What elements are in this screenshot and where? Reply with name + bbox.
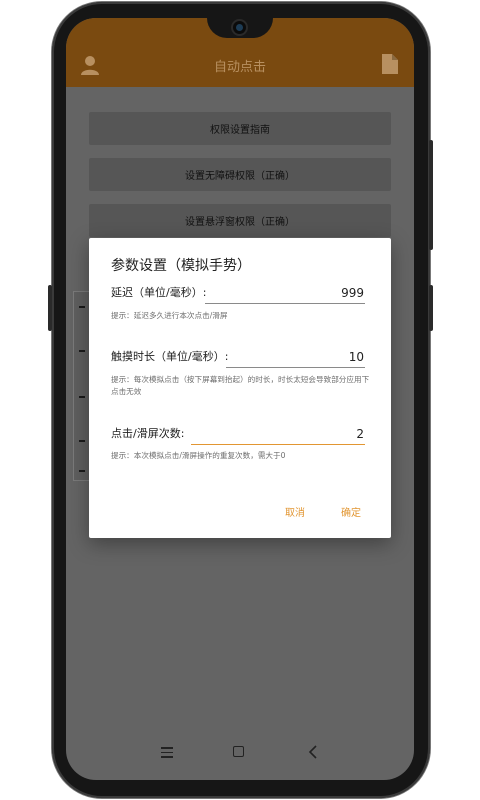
menu-icon[interactable] <box>161 747 173 758</box>
notch <box>207 18 273 38</box>
accessibility-permission-button[interactable]: 设置无障碍权限（正确） <box>89 158 391 191</box>
touch-duration-input[interactable] <box>226 348 365 368</box>
camera-icon <box>233 21 246 34</box>
delay-row: 延迟（单位/毫秒）: <box>111 282 365 304</box>
background-card <box>73 291 89 481</box>
delay-label: 延迟（单位/毫秒）: <box>111 286 207 299</box>
home-icon[interactable] <box>233 746 244 757</box>
params-dialog: 参数设置（模拟手势） 延迟（单位/毫秒）: 提示：延迟多久进行本次点击/滑屏 触… <box>89 238 391 538</box>
cancel-button[interactable]: 取消 <box>285 504 305 519</box>
repeat-count-label: 点击/滑屏次数: <box>111 427 185 440</box>
file-icon[interactable] <box>382 54 398 74</box>
touch-duration-label: 触摸时长（单位/毫秒）: <box>111 350 229 363</box>
phone-volume-button <box>429 140 433 250</box>
ok-button[interactable]: 确定 <box>341 504 361 519</box>
delay-hint: 提示：延迟多久进行本次点击/滑屏 <box>111 311 228 320</box>
phone-side-button <box>48 285 52 331</box>
phone-power-button <box>429 285 433 331</box>
screen: 自动点击 权限设置指南 设置无障碍权限（正确） 设置悬浮窗权限（正确） 参数设置… <box>66 18 414 780</box>
repeat-count-input[interactable] <box>191 425 365 445</box>
delay-input[interactable] <box>205 284 365 304</box>
back-icon[interactable] <box>308 745 318 759</box>
overlay-permission-button[interactable]: 设置悬浮窗权限（正确） <box>89 204 391 237</box>
permission-guide-button[interactable]: 权限设置指南 <box>89 112 391 145</box>
touch-duration-hint: 提示：每次模拟点击（按下屏幕到抬起）的时长，时长太短会导致部分应用下点击无效 <box>111 375 370 396</box>
repeat-count-row: 点击/滑屏次数: <box>111 423 365 445</box>
app-title: 自动点击 <box>213 60 266 75</box>
dialog-title: 参数设置（模拟手势） <box>111 258 251 274</box>
touch-duration-row: 触摸时长（单位/毫秒）: <box>111 346 365 368</box>
repeat-count-hint: 提示：本次模拟点击/滑屏操作的重复次数，需大于0 <box>111 451 286 460</box>
